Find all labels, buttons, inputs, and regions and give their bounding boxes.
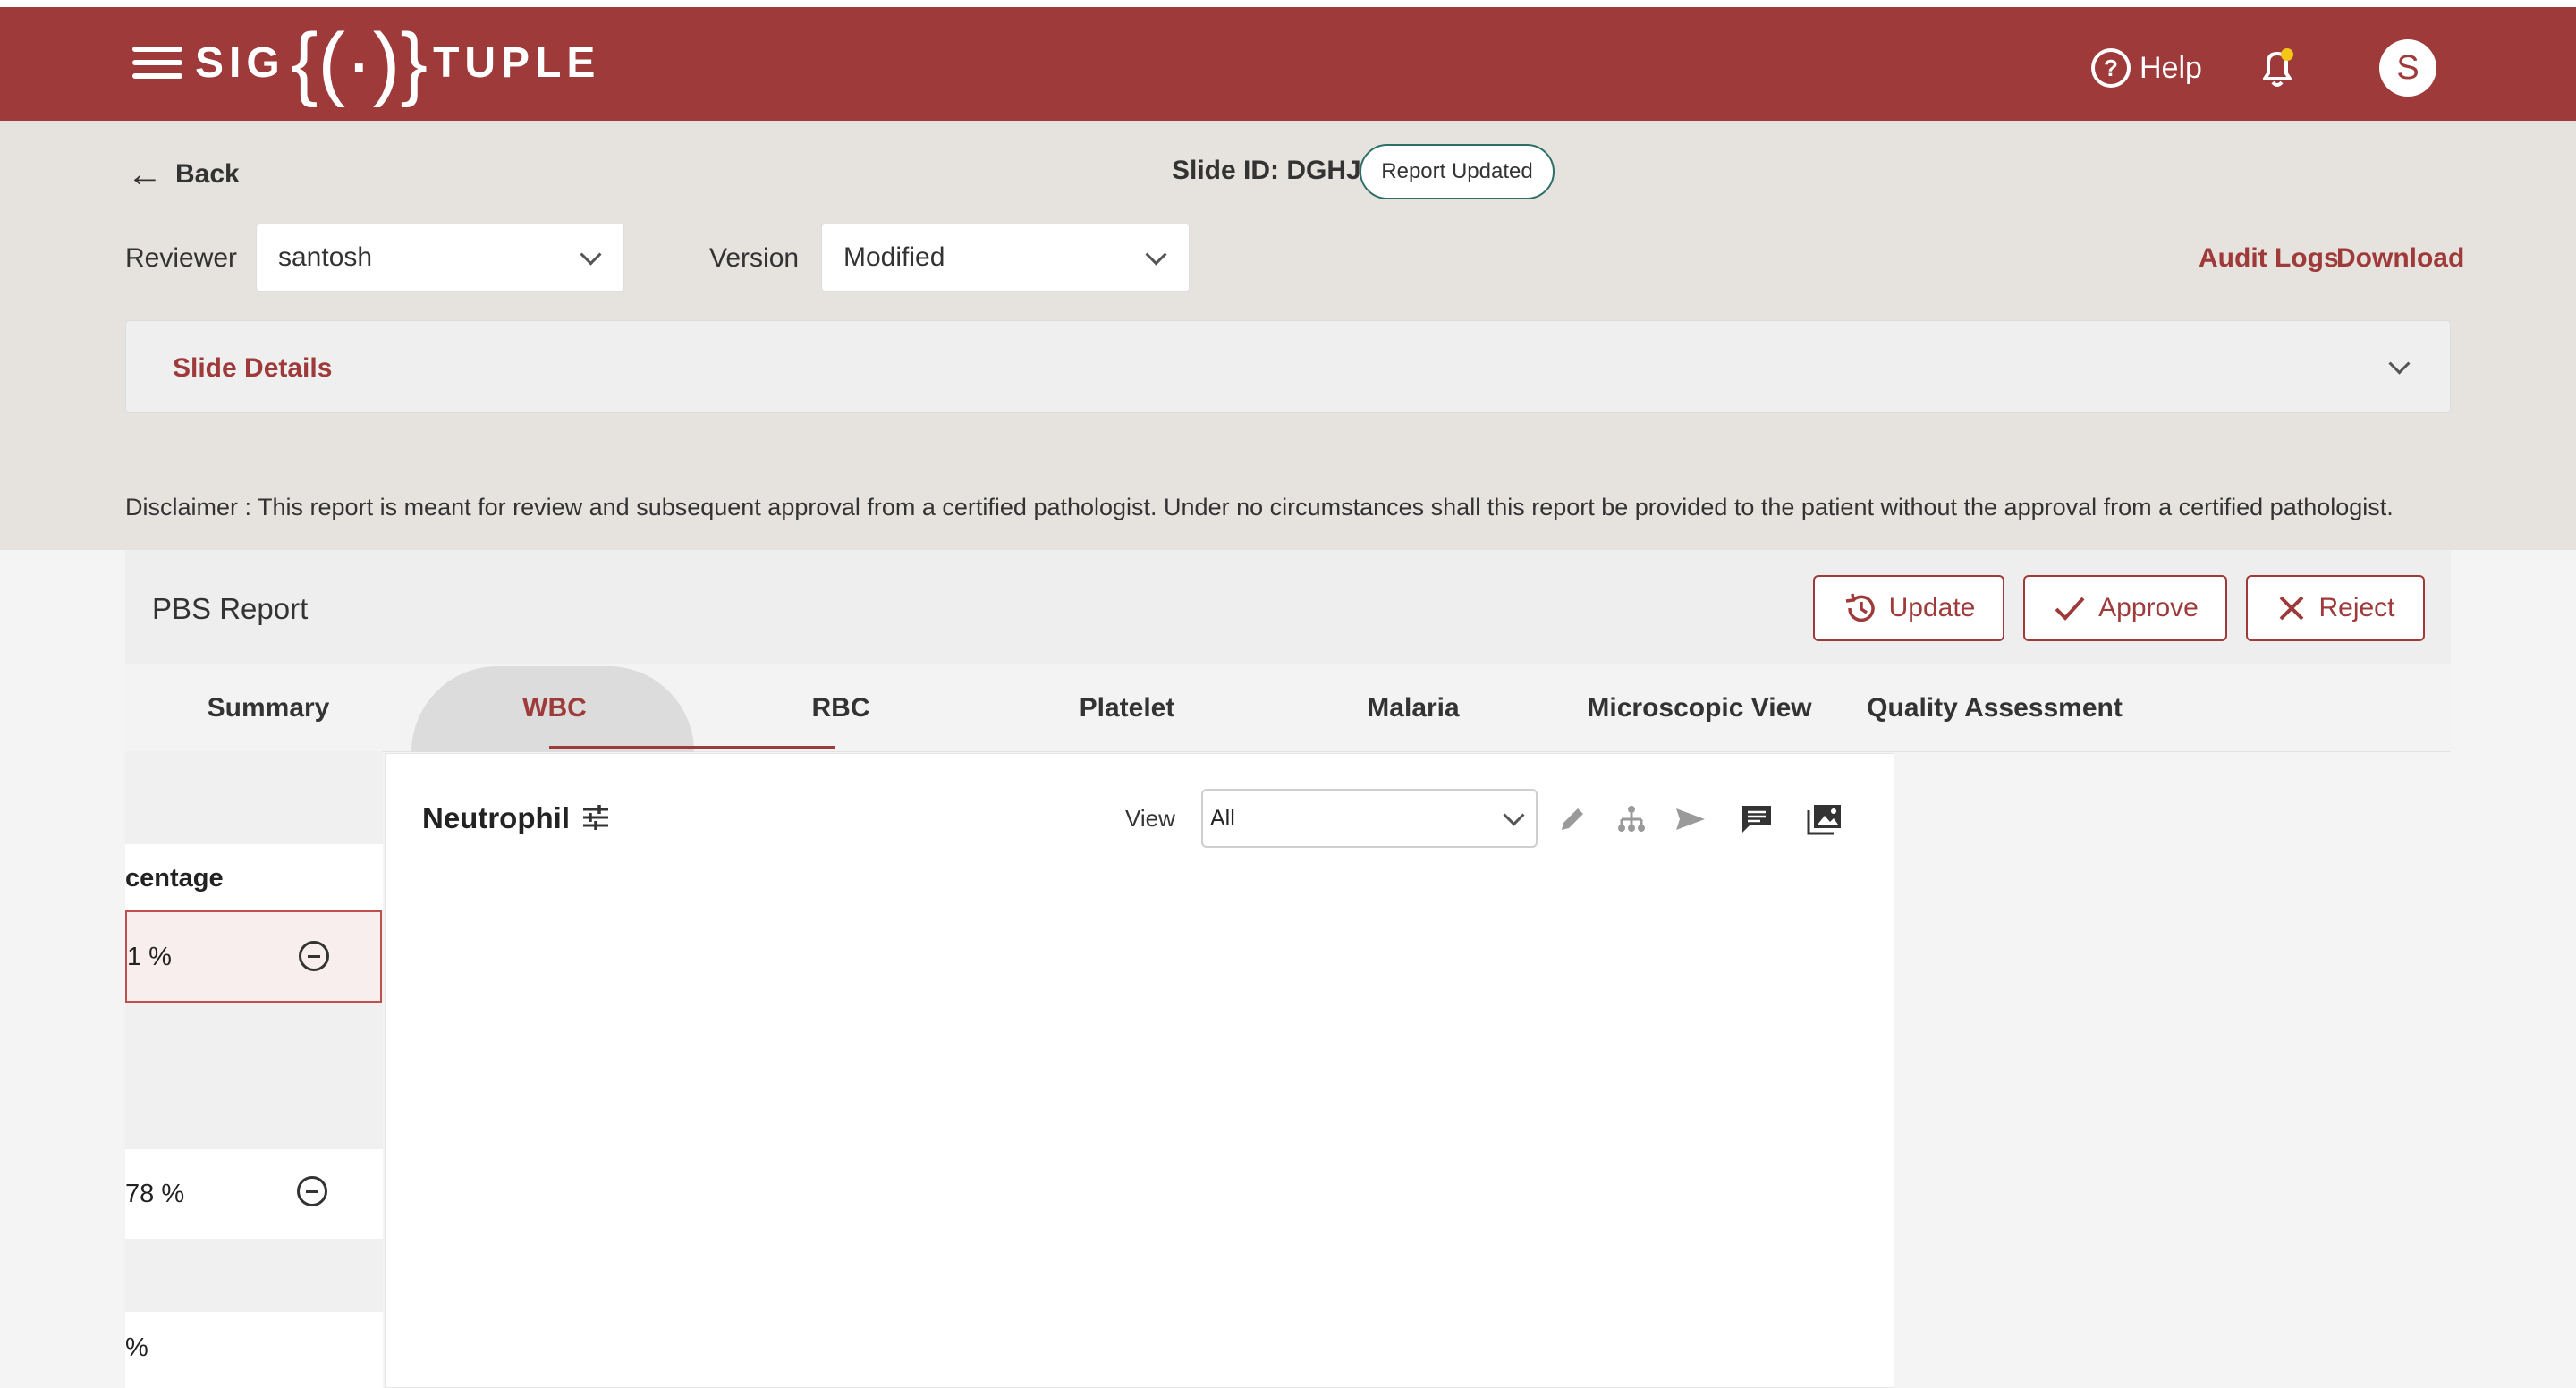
chevron-down-icon — [2388, 352, 2411, 375]
close-icon — [2280, 596, 2304, 621]
remove-circle-icon[interactable] — [297, 1176, 327, 1206]
tab-rbc[interactable]: RBC — [812, 693, 870, 724]
version-select[interactable]: Modified — [821, 224, 1190, 292]
top-strip — [0, 0, 2576, 7]
version-label: Version — [709, 243, 800, 273]
update-button[interactable]: Update — [1813, 575, 2004, 641]
percentage-column-header: centage — [125, 844, 383, 912]
view-select[interactable]: All — [1201, 789, 1538, 848]
menu-icon[interactable] — [132, 47, 182, 82]
user-avatar[interactable]: S — [2379, 39, 2436, 97]
view-label: View — [1125, 805, 1175, 832]
audit-logs-link[interactable]: Audit Logs — [2199, 243, 2339, 274]
status-badge: Report Updated — [1360, 144, 1555, 199]
help-label: Help — [2140, 50, 2202, 85]
approve-label: Approve — [2098, 593, 2199, 622]
slide-id: Slide ID: DGHJ — [1172, 156, 1361, 185]
arrow-left-icon: ← — [127, 154, 163, 194]
tab-quality-assessment[interactable]: Quality Assessment — [1867, 693, 2123, 724]
tab-wbc[interactable]: WBC — [522, 693, 587, 724]
logo-text-left: SIG — [195, 38, 285, 87]
chevron-down-icon — [580, 243, 602, 266]
tab-malaria[interactable]: Malaria — [1367, 693, 1459, 724]
tab-summary[interactable]: Summary — [208, 693, 330, 724]
reviewer-label: Reviewer — [125, 243, 238, 273]
logo-text-right: TUPLE — [433, 38, 601, 87]
disclaimer-text: Disclaimer : This report is meant for re… — [125, 494, 2394, 520]
version-value: Modified — [843, 242, 945, 272]
tab-microscopic-view[interactable]: Microscopic View — [1587, 693, 1811, 724]
list-item-selected[interactable]: 1 % — [125, 910, 382, 1003]
help-button[interactable]: ? Help — [2091, 45, 2202, 91]
tab-platelet[interactable]: Platelet — [1080, 693, 1175, 724]
pencil-icon[interactable] — [1555, 801, 1590, 837]
image-gallery-icon[interactable] — [1807, 801, 1843, 837]
list-item-value: 78 % — [125, 1180, 185, 1208]
reviewer-select[interactable]: santosh — [256, 224, 624, 292]
list-item[interactable]: 78 % — [125, 1149, 383, 1239]
view-value: All — [1210, 805, 1235, 831]
chevron-down-icon — [1145, 243, 1167, 266]
remove-circle-icon[interactable] — [299, 941, 329, 971]
reject-button[interactable]: Reject — [2246, 575, 2425, 641]
filter-sliders-icon[interactable] — [581, 803, 610, 832]
back-button[interactable]: ← Back — [127, 154, 240, 195]
hierarchy-icon[interactable] — [1614, 801, 1649, 837]
report-title: PBS Report — [152, 592, 309, 625]
download-link[interactable]: Download — [2336, 243, 2464, 274]
comment-icon[interactable] — [1739, 801, 1775, 837]
slide-details-title: Slide Details — [173, 353, 333, 383]
send-icon[interactable] — [1673, 801, 1708, 837]
notification-bell-icon[interactable] — [2258, 47, 2297, 91]
reviewer-value: santosh — [278, 242, 373, 272]
logo-braces: {(·)} — [290, 16, 428, 108]
slide-details-accordion[interactable]: Slide Details — [125, 320, 2451, 413]
checkmark-icon — [2055, 597, 2085, 621]
history-icon — [1845, 593, 1875, 622]
list-item-value: % — [125, 1333, 148, 1362]
active-tab-underline — [549, 746, 835, 749]
list-item[interactable]: % — [125, 1312, 383, 1388]
sigtuple-logo: SIG {(·)} TUPLE — [195, 17, 601, 108]
back-label: Back — [175, 159, 240, 189]
cell-gallery-card — [385, 753, 1894, 1388]
percentage-header-label: centage — [125, 864, 224, 893]
help-icon: ? — [2091, 48, 2131, 88]
update-label: Update — [1888, 593, 1976, 622]
cell-type-title: Neutrophil — [422, 801, 570, 834]
list-item-value: 1 % — [127, 943, 172, 971]
reject-label: Reject — [2318, 593, 2395, 622]
approve-button[interactable]: Approve — [2023, 575, 2227, 641]
chevron-down-icon — [1503, 804, 1525, 826]
